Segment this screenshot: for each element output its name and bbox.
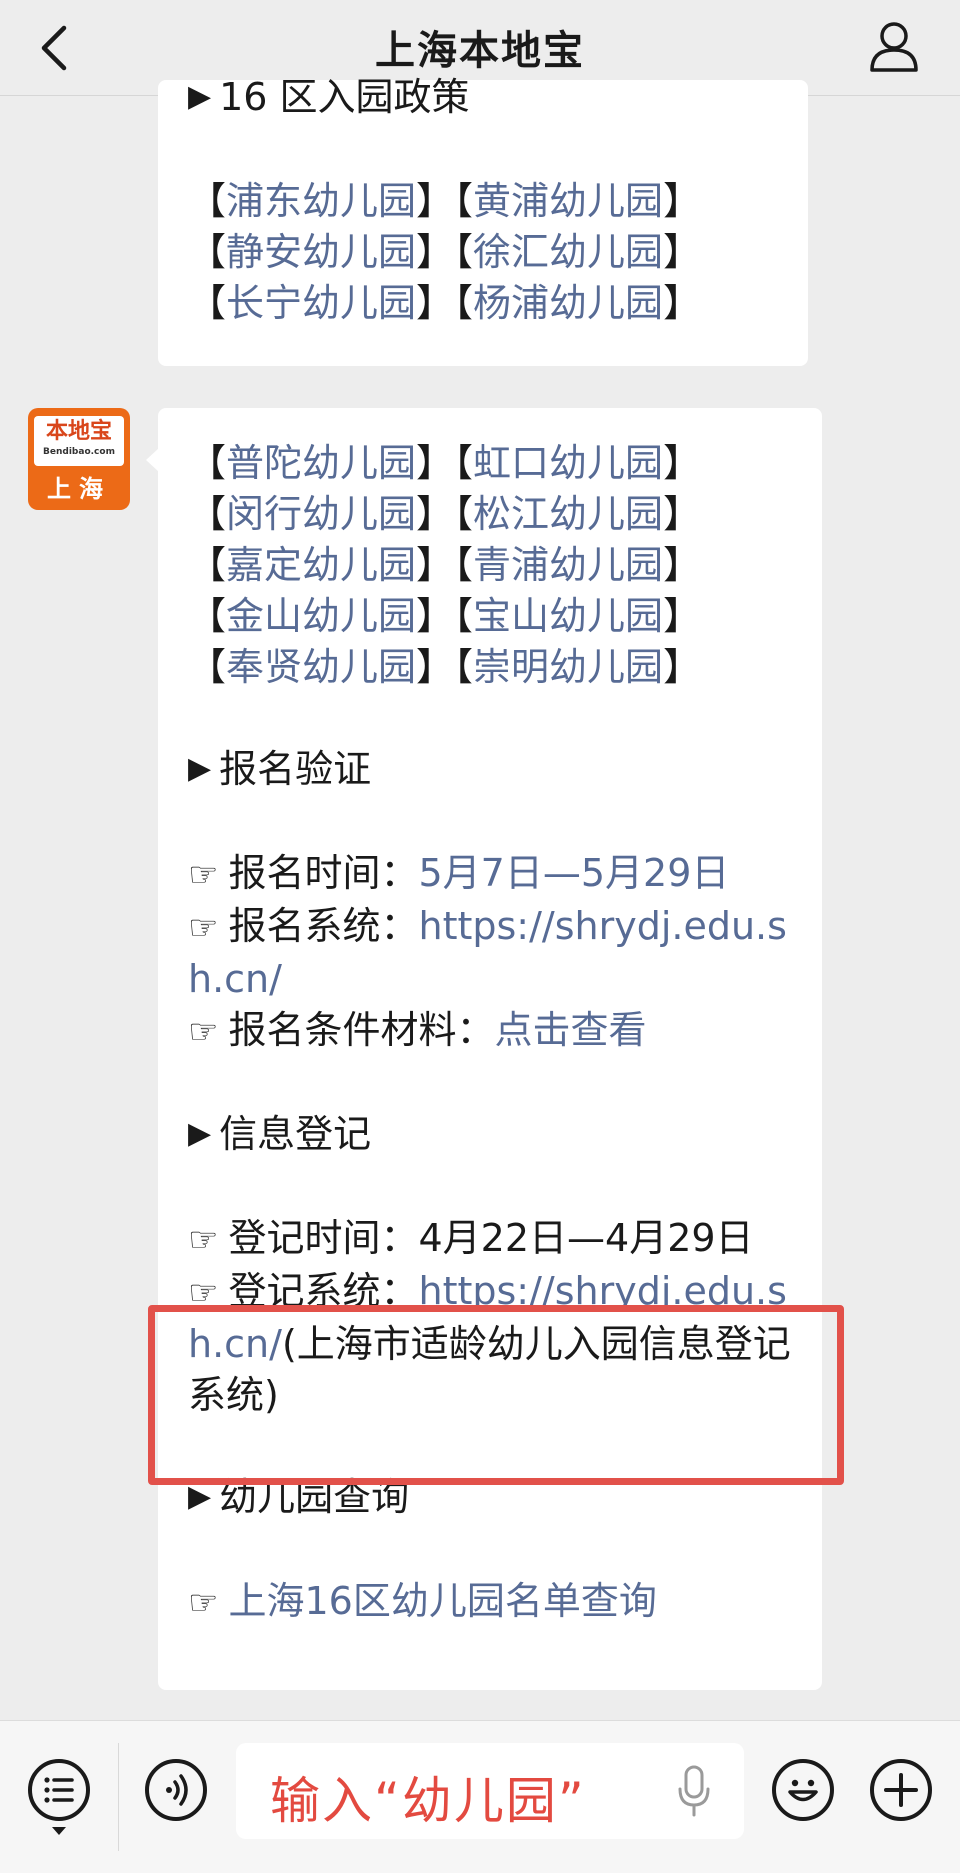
district-link[interactable]: 静安幼儿园 — [226, 230, 416, 274]
voice-icon[interactable] — [145, 1759, 207, 1821]
district-row: 【浦东幼儿园】【黄浦幼儿园】 — [188, 179, 702, 223]
district-row: 【金山幼儿园】【宝山幼儿园】 — [188, 594, 702, 638]
triangle-icon: ▶ — [188, 751, 212, 786]
page-title: 上海本地宝 — [375, 28, 585, 74]
district-link[interactable]: 奉贤幼儿园 — [226, 645, 416, 689]
district-link[interactable]: 长宁幼儿园 — [226, 281, 416, 325]
emoji-icon[interactable] — [772, 1759, 834, 1821]
avatar[interactable]: 本地宝 Bendibao.com 上海 — [28, 408, 130, 510]
district-link[interactable]: 杨浦幼儿园 — [473, 281, 663, 325]
register-time: ☞ 登记时间：4月22日—4月29日 — [188, 1216, 754, 1260]
district-link[interactable]: 普陀幼儿园 — [226, 441, 416, 485]
message-input[interactable]: 输入“幼儿园” — [236, 1743, 744, 1839]
signup-system: ☞ 报名系统：https://shrydj.edu.sh.cn/ — [188, 904, 787, 1001]
section-heading: ▶ 16 区入园政策 — [188, 72, 778, 125]
district-row: 【长宁幼儿园】【杨浦幼儿园】 — [188, 281, 702, 325]
district-link[interactable]: 金山幼儿园 — [226, 594, 416, 638]
query-link[interactable]: 上海16区幼儿园名单查询 — [228, 1579, 656, 1623]
district-row: 【普陀幼儿园】【虹口幼儿园】 — [188, 441, 702, 485]
signup-materials: ☞ 报名条件材料：点击查看 — [188, 1008, 647, 1052]
divider — [118, 1743, 119, 1851]
pointing-hand-icon: ☞ — [188, 1583, 219, 1623]
menu-list-icon[interactable] — [28, 1759, 90, 1821]
district-link[interactable]: 嘉定幼儿园 — [226, 543, 416, 587]
materials-link[interactable]: 点击查看 — [495, 1008, 647, 1052]
district-link[interactable]: 青浦幼儿园 — [473, 543, 663, 587]
district-link[interactable]: 虹口幼儿园 — [473, 441, 663, 485]
microphone-icon[interactable] — [676, 1765, 712, 1817]
query-row: ☞ 上海16区幼儿园名单查询 — [188, 1576, 792, 1629]
district-link[interactable]: 黄浦幼儿园 — [473, 179, 663, 223]
section-heading: ▶ 信息登记 — [188, 1109, 792, 1162]
section-heading: ▶ 报名验证 — [188, 744, 792, 797]
person-icon[interactable] — [864, 16, 924, 76]
highlight-box — [148, 1305, 844, 1485]
district-link[interactable]: 崇明幼儿园 — [473, 645, 663, 689]
district-link[interactable]: 浦东幼儿园 — [226, 179, 416, 223]
district-row: 【闵行幼儿园】【松江幼儿园】 — [188, 492, 702, 536]
triangle-icon: ▶ — [188, 79, 212, 114]
plus-icon[interactable] — [870, 1759, 932, 1821]
pointing-hand-icon: ☞ — [188, 908, 219, 948]
triangle-icon: ▶ — [188, 1116, 212, 1151]
pointing-hand-icon: ☞ — [188, 1012, 219, 1052]
caret-down-icon — [52, 1827, 66, 1835]
district-link[interactable]: 徐汇幼儿园 — [473, 230, 663, 274]
district-link[interactable]: 松江幼儿园 — [473, 492, 663, 536]
district-row: 【静安幼儿园】【徐汇幼儿园】 — [188, 230, 702, 274]
pointing-hand-icon: ☞ — [188, 1220, 219, 1260]
bottom-input-bar: 输入“幼儿园” — [0, 1720, 960, 1873]
logo: 本地宝 Bendibao.com — [34, 416, 124, 466]
district-row: 【奉贤幼儿园】【崇明幼儿园】 — [188, 645, 702, 689]
district-row: 【嘉定幼儿园】【青浦幼儿园】 — [188, 543, 702, 587]
district-link[interactable]: 宝山幼儿园 — [473, 594, 663, 638]
signup-time: ☞ 报名时间：5月7日—5月29日 — [188, 851, 730, 895]
district-link[interactable]: 闵行幼儿园 — [226, 492, 416, 536]
pointing-hand-icon: ☞ — [188, 855, 219, 895]
message-bubble: 【普陀幼儿园】【虹口幼儿园】 【闵行幼儿园】【松江幼儿园】 【嘉定幼儿园】【青浦… — [146, 408, 822, 1690]
message-bubble: ▶ 16 区入园政策 【浦东幼儿园】【黄浦幼儿园】 【静安幼儿园】【徐汇幼儿园】 … — [158, 75, 808, 366]
input-text: 输入“幼儿园” — [270, 1772, 586, 1830]
